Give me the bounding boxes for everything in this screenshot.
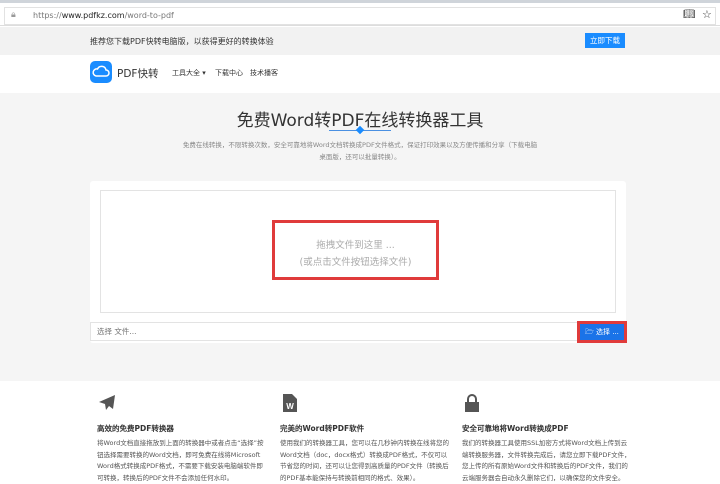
feature-title: 完美的Word转PDF软件 [280, 424, 365, 433]
nav-download-center[interactable]: 下载中心 [215, 68, 243, 78]
page-description: 免费在线转换，不限转换次数，安全可靠地将Word文档转换成PDF文件格式，保证打… [182, 141, 538, 161]
feature-efficient: 高效的免费PDF转换器 将Word文档直接拖放到上面的转换器中或者点击“选择”按… [97, 393, 267, 484]
feature-text: 使用我们的转换器工具，您可以在几秒钟内转换在线将您的Word文档（doc，doc… [280, 439, 449, 482]
folder-icon: 🗁︎ [585, 328, 596, 336]
drop-zone[interactable]: 拖拽文件到这里 ... (或点击文件按钮选择文件) [100, 190, 616, 313]
brand-name[interactable]: PDF快转 [117, 66, 158, 81]
star-icon[interactable]: ☆ [702, 8, 712, 21]
feature-secure: 安全可靠地将Word转换成PDF 我们的转换器工具使用SSL加密方式将Word文… [462, 393, 632, 484]
url-field[interactable]: 🔒︎ https://www.pdfkz.com/word-to-pdf 📖︎ … [4, 7, 716, 25]
nav-tech-blog[interactable]: 技术播客 [250, 68, 278, 78]
lock-icon: 🔒︎ [11, 10, 16, 20]
feature-title: 安全可靠地将Word转换成PDF [462, 424, 569, 433]
reading-view-icon[interactable]: 📖︎ [683, 9, 696, 20]
browser-address-bar: 🔒︎ https://www.pdfkz.com/word-to-pdf 📖︎ … [0, 0, 720, 26]
download-now-button[interactable]: 立即下载 [585, 33, 625, 48]
drop-hint-line2: (或点击文件按钮选择文件) [299, 257, 412, 268]
nav-tools[interactable]: 工具大全 ▾ [172, 68, 206, 78]
drop-hint-box: 拖拽文件到这里 ... (或点击文件按钮选择文件) [272, 220, 439, 280]
feature-text: 将Word文档直接拖放到上面的转换器中或者点击“选择”按钮选择需要转换的Word… [97, 439, 264, 482]
choose-file-button[interactable]: 🗁︎ 选择 ... [577, 321, 627, 343]
svg-text:W: W [286, 402, 294, 411]
file-name-input[interactable] [90, 322, 578, 341]
logo-cloud-icon[interactable] [90, 61, 112, 83]
drop-hint-line1: 拖拽文件到这里 ... [316, 240, 395, 251]
word-file-icon: W [280, 393, 300, 413]
site-nav: PDF快转 工具大全 ▾ 下载中心 技术播客 [0, 55, 720, 93]
url-text: https://www.pdfkz.com/word-to-pdf [33, 11, 174, 20]
banner-text: 推荐您下载PDF快转电脑版，以获得更好的转换体验 [90, 37, 274, 46]
paper-plane-icon [97, 393, 117, 413]
feature-perfect: W 完美的Word转PDF软件 使用我们的转换器工具，您可以在几秒钟内转换在线将… [280, 393, 450, 484]
feature-text: 我们的转换器工具使用SSL加密方式将Word文档上传到云端转换服务器，文件转换完… [462, 439, 631, 482]
feature-title: 高效的免费PDF转换器 [97, 424, 174, 433]
lock-icon [462, 393, 482, 413]
upload-card: 拖拽文件到这里 ... (或点击文件按钮选择文件) [90, 181, 626, 343]
download-banner: 推荐您下载PDF快转电脑版，以获得更好的转换体验 立即下载 [0, 27, 720, 55]
